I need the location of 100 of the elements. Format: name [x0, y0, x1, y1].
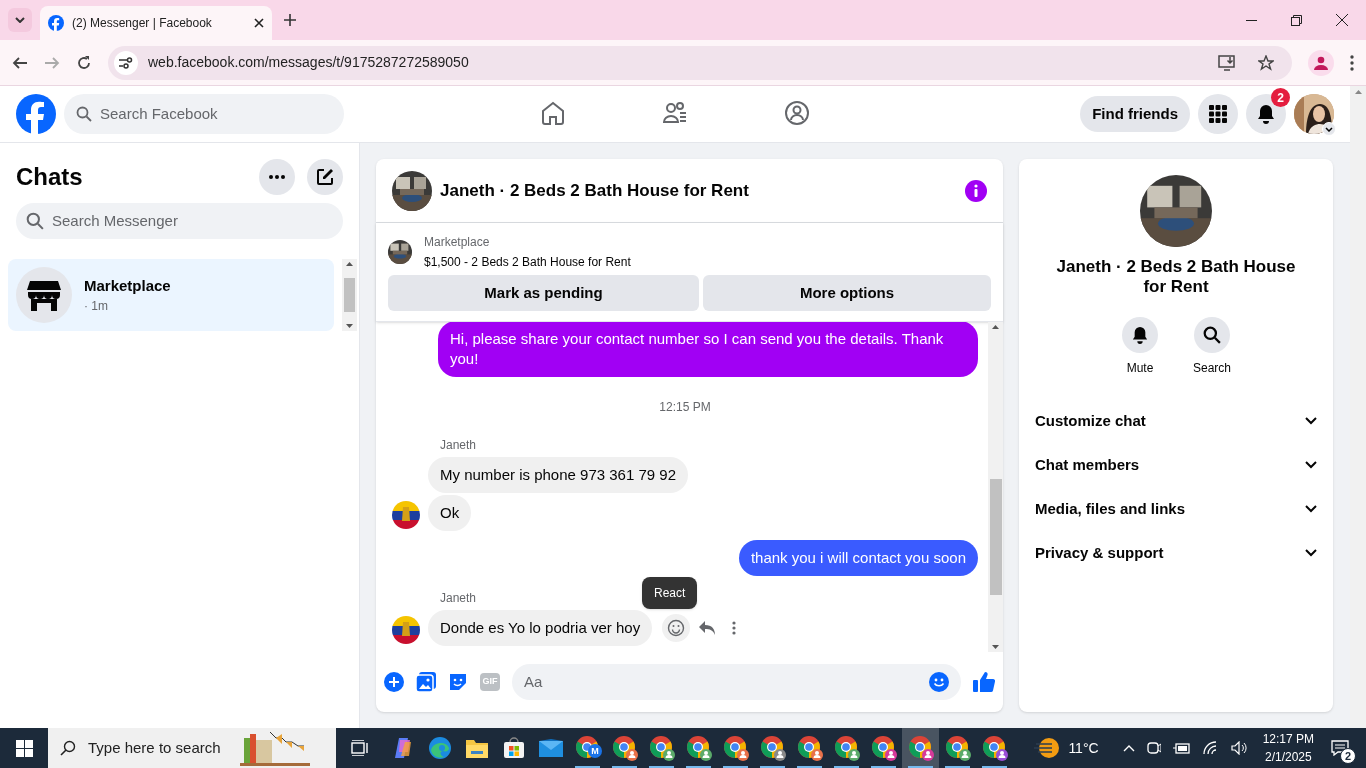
volume-icon[interactable] — [1230, 741, 1249, 755]
message-bubble[interactable]: My number is phone 973 361 79 92 — [428, 457, 688, 493]
info-icon[interactable] — [965, 179, 987, 202]
chevron-down-icon — [1305, 549, 1317, 557]
search-icon — [1203, 326, 1221, 344]
reload-icon[interactable] — [76, 54, 92, 71]
search-input[interactable]: Search Messenger — [52, 209, 333, 233]
windows-start-icon[interactable] — [15, 739, 33, 757]
bookmark-star-icon[interactable] — [1258, 54, 1274, 71]
listing-action-button[interactable]: More options — [703, 275, 991, 311]
reply-icon[interactable] — [698, 620, 717, 636]
thumbs-up-icon[interactable] — [973, 671, 995, 693]
new-tab-icon[interactable] — [284, 14, 296, 26]
message-text-input[interactable]: Aa — [524, 670, 929, 694]
scroll-up-icon[interactable] — [992, 325, 999, 329]
bell-icon — [1257, 104, 1275, 124]
task-view-icon[interactable] — [351, 740, 369, 756]
account-avatar[interactable] — [1294, 94, 1334, 134]
close-icon[interactable] — [254, 18, 264, 28]
chevron-up-icon[interactable] — [1122, 744, 1135, 752]
menu-grid-button[interactable] — [1198, 94, 1238, 134]
scroll-down-icon[interactable] — [346, 324, 353, 328]
new-message-button[interactable] — [307, 159, 343, 195]
message-bubble[interactable]: thank you i will contact you soon — [738, 540, 978, 576]
more-button[interactable] — [259, 159, 295, 195]
camera-icon[interactable] — [1146, 740, 1161, 756]
back-icon[interactable] — [12, 54, 28, 71]
edge-icon[interactable] — [427, 736, 452, 760]
search-input[interactable]: Search Facebook — [100, 102, 300, 126]
facebook-logo[interactable] — [16, 94, 56, 134]
search-field[interactable]: Search Facebook — [64, 94, 344, 134]
details-action-button[interactable]: Search — [1190, 317, 1234, 377]
sender-name: Janeth — [440, 437, 477, 453]
add-icon[interactable] — [384, 672, 404, 692]
notification-badge: 2 — [1340, 748, 1356, 764]
message-bubble[interactable]: Hi, please share your contact number so I can send you the details. Thank you! — [438, 322, 978, 377]
friends-icon[interactable] — [662, 100, 688, 126]
find-friends-button[interactable]: Find friends — [1080, 96, 1190, 132]
notifications-button[interactable] — [1246, 94, 1286, 134]
message-bubble[interactable]: Donde es Yo lo podria ver hoy — [428, 610, 653, 646]
listing-source: Marketplace — [424, 234, 491, 251]
battery-icon[interactable] — [1172, 742, 1191, 754]
details-action-button[interactable]: Mute — [1118, 317, 1162, 377]
listing-summary[interactable]: $1,500 - 2 Beds 2 Bath House for Rent — [424, 253, 631, 271]
conversation-title[interactable]: Janeth · 2 Beds 2 Bath House for Rent — [440, 177, 957, 204]
listing-action-button[interactable]: Mark as pending — [388, 275, 699, 311]
home-icon[interactable] — [540, 100, 566, 126]
close-icon[interactable] — [1336, 14, 1348, 26]
sticker-icon[interactable] — [448, 672, 468, 692]
profile-icon[interactable] — [1314, 55, 1328, 70]
grid-icon — [1209, 105, 1227, 123]
image-icon[interactable] — [416, 672, 436, 692]
taskbar-search-input[interactable]: Type here to search — [88, 736, 228, 760]
message-bubble[interactable]: Ok — [428, 495, 472, 531]
details-section-row[interactable]: Chat members — [1027, 443, 1325, 487]
caret-icon[interactable] — [1325, 126, 1333, 132]
scroll-up-icon[interactable] — [346, 262, 353, 266]
conversation-avatar — [392, 170, 432, 211]
search-icon — [26, 212, 44, 230]
notification-badge: 2 — [1271, 88, 1290, 107]
menu-icon[interactable] — [1350, 54, 1354, 71]
search-icon — [76, 106, 92, 122]
chat-list-item[interactable]: Marketplace · 1m — [8, 259, 334, 331]
browser-tab[interactable]: (2) Messenger | Facebook — [40, 6, 272, 40]
wifi-icon[interactable] — [1202, 741, 1219, 755]
mail-icon[interactable] — [538, 739, 563, 757]
scroll-up-icon[interactable] — [1354, 90, 1362, 94]
scrollbar[interactable] — [1350, 86, 1366, 728]
scroll-down-icon[interactable] — [992, 645, 999, 649]
site-settings-icon[interactable] — [119, 56, 133, 69]
scrollbar[interactable] — [988, 322, 1003, 652]
details-section-row[interactable]: Privacy & support — [1027, 531, 1325, 575]
restore-icon[interactable] — [1291, 14, 1302, 26]
weather-icon[interactable] — [1034, 736, 1061, 760]
scrollbar[interactable] — [342, 259, 357, 331]
taskbar-search-field[interactable]: Type here to search — [48, 728, 336, 768]
chrome-taskbar-icon[interactable] — [902, 728, 939, 768]
address-bar[interactable]: web.facebook.com/messages/t/9175287272589050 — [108, 45, 1292, 80]
tab-search-button[interactable] — [8, 8, 32, 32]
chevron-down-icon — [1305, 417, 1317, 425]
storefront-icon — [27, 279, 61, 311]
weather-temperature[interactable]: 11°C — [1068, 737, 1099, 759]
taskbar-clock[interactable]: 12:17 PM 2/1/2025 — [1262, 730, 1314, 766]
message-input[interactable]: Aa — [512, 664, 961, 700]
details-section-row[interactable]: Customize chat — [1027, 399, 1325, 443]
chevron-down-icon — [1305, 505, 1317, 513]
store-icon[interactable] — [502, 737, 525, 759]
folder-icon[interactable] — [464, 737, 489, 759]
message-timestamp: 12:15 PM — [659, 399, 711, 415]
chats-heading: Chats — [16, 162, 84, 192]
url-text: web.facebook.com/messages/t/9175287272589050 — [148, 53, 470, 72]
details-section-row[interactable]: Media, files and links — [1027, 487, 1325, 531]
details-title: Janeth · 2 Beds 2 Bath House for Rent — [1055, 257, 1297, 297]
install-icon[interactable] — [1218, 54, 1236, 71]
search-field[interactable]: Search Messenger — [16, 203, 343, 239]
groups-icon[interactable] — [784, 100, 810, 126]
react-button[interactable] — [662, 614, 691, 642]
emoji-icon[interactable] — [929, 672, 949, 692]
more-icon[interactable] — [732, 620, 737, 636]
chevron-down-icon — [15, 17, 25, 23]
